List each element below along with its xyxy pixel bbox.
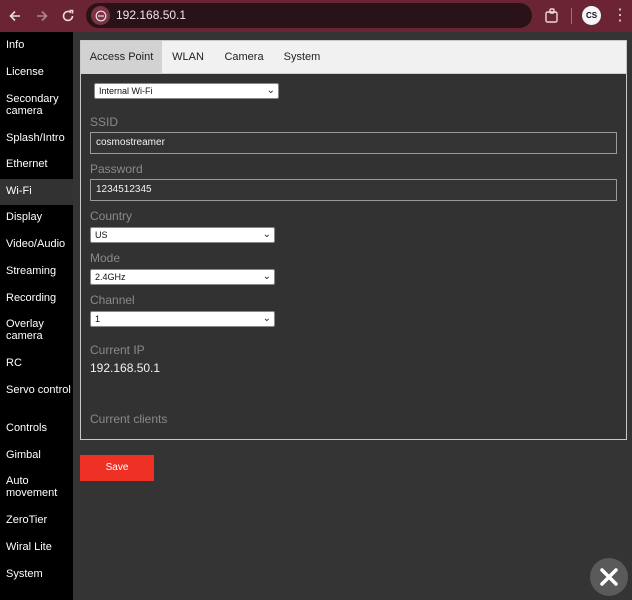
sidebar-item-zerotier[interactable]: ZeroTier: [0, 514, 73, 526]
tab-bar: Access Point WLAN Camera System: [81, 41, 626, 74]
sidebar-item-streaming[interactable]: Streaming: [0, 265, 73, 277]
channel-label: Channel: [90, 293, 135, 307]
sidebar-item-splash-intro[interactable]: Splash/Intro: [0, 132, 73, 144]
extensions-icon[interactable]: [542, 6, 562, 26]
tab-system[interactable]: System: [274, 41, 330, 74]
interface-select-value: Internal Wi-Fi: [99, 86, 153, 96]
sidebar-item-secondary-camera[interactable]: Secondary camera: [0, 93, 73, 117]
sidebar-item-auto-movement[interactable]: Auto movement: [0, 475, 73, 499]
channel-select-value: 1: [95, 314, 101, 324]
tab-access-point[interactable]: Access Point: [81, 41, 162, 74]
sidebar: Info License Secondary camera Splash/Int…: [0, 32, 73, 600]
forward-arrow-icon[interactable]: [32, 6, 52, 26]
url-text: 192.168.50.1: [116, 8, 187, 22]
site-info-icon[interactable]: [91, 6, 110, 25]
country-select-value: US: [95, 230, 108, 240]
chevron-down-icon: ⌄: [266, 85, 275, 96]
sidebar-item-controls[interactable]: Controls: [0, 422, 73, 434]
save-button[interactable]: Save: [80, 455, 154, 481]
sidebar-item-ethernet[interactable]: Ethernet: [0, 158, 73, 170]
password-input[interactable]: 1234512345: [90, 179, 617, 201]
interface-select[interactable]: Internal Wi-Fi ⌄: [94, 83, 279, 99]
sidebar-item-video-audio[interactable]: Video/Audio: [0, 238, 73, 250]
sidebar-item-wiral-lite[interactable]: Wiral Lite: [0, 541, 73, 553]
back-arrow-icon[interactable]: [5, 6, 25, 26]
sidebar-item-rc[interactable]: RC: [0, 357, 73, 369]
sidebar-item-recording[interactable]: Recording: [0, 292, 73, 304]
chevron-down-icon: ⌄: [262, 271, 271, 282]
close-icon[interactable]: [590, 558, 628, 596]
sidebar-item-license[interactable]: License: [0, 66, 73, 78]
tab-camera[interactable]: Camera: [214, 41, 274, 74]
reload-icon[interactable]: [58, 6, 78, 26]
sidebar-item-overlay-camera[interactable]: Overlay camera: [0, 318, 73, 342]
current-ip-value: 192.168.50.1: [90, 361, 161, 375]
channel-select[interactable]: 1 ⌄: [90, 311, 275, 327]
tab-wlan[interactable]: WLAN: [162, 41, 214, 74]
ssid-input[interactable]: cosmostreamer: [90, 132, 617, 154]
settings-panel: Access Point WLAN Camera System Internal…: [80, 40, 627, 440]
sidebar-item-gimbal[interactable]: Gimbal: [0, 449, 73, 461]
current-clients-label: Current clients: [90, 412, 168, 426]
mode-select[interactable]: 2.4GHz ⌄: [90, 269, 275, 285]
sidebar-item-info[interactable]: Info: [0, 39, 73, 51]
country-select[interactable]: US ⌄: [90, 227, 275, 243]
mode-select-value: 2.4GHz: [95, 272, 126, 282]
sidebar-item-display[interactable]: Display: [0, 211, 73, 223]
chevron-down-icon: ⌄: [262, 313, 271, 324]
sidebar-item-wifi[interactable]: Wi-Fi: [0, 179, 73, 205]
country-label: Country: [90, 209, 133, 223]
mode-label: Mode: [90, 251, 121, 265]
ssid-label: SSID: [90, 115, 119, 129]
current-ip-label: Current IP: [90, 343, 145, 357]
password-label: Password: [90, 162, 143, 176]
sidebar-item-system[interactable]: System: [0, 568, 73, 580]
sidebar-item-servo-control[interactable]: Servo control: [0, 384, 73, 396]
profile-avatar[interactable]: CS: [582, 6, 601, 25]
chevron-down-icon: ⌄: [262, 229, 271, 240]
browser-toolbar: 192.168.50.1 CS ⋮: [0, 0, 632, 32]
address-bar[interactable]: 192.168.50.1: [86, 3, 532, 28]
toolbar-divider: [571, 8, 572, 24]
more-menu-icon[interactable]: ⋮: [612, 7, 628, 25]
